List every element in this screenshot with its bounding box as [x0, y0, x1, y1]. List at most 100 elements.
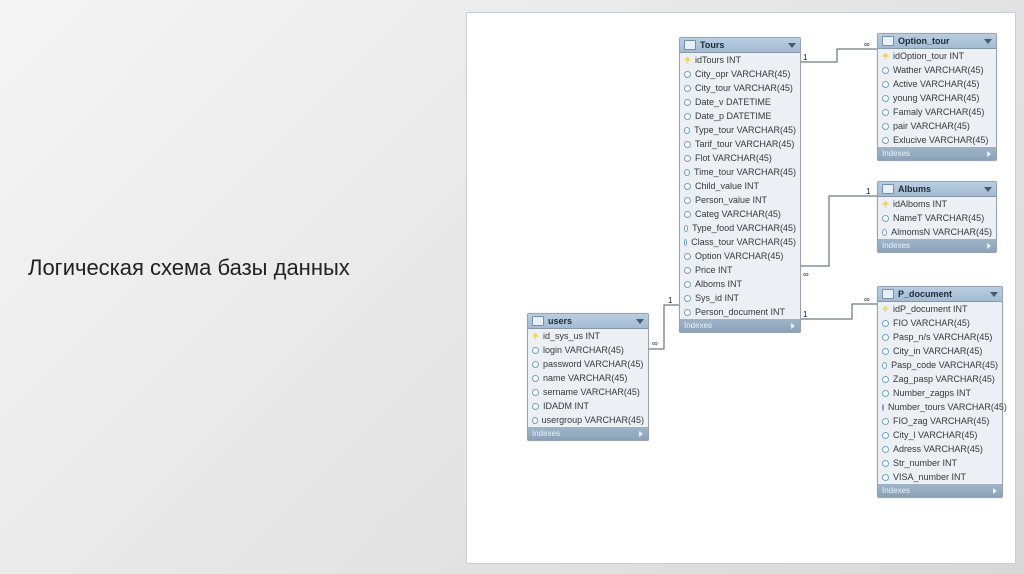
- column-row[interactable]: login VARCHAR(45): [528, 343, 648, 357]
- chevron-down-icon: [984, 187, 992, 192]
- indexes-footer[interactable]: Indexes: [878, 147, 996, 160]
- table-option-tour[interactable]: Option_tour idOption_tour INTWather VARC…: [877, 33, 997, 161]
- column-row[interactable]: idOption_tour INT: [878, 49, 996, 63]
- column-row[interactable]: NameT VARCHAR(45): [878, 211, 996, 225]
- table-p-document[interactable]: P_document idP_document INTFIO VARCHAR(4…: [877, 286, 1003, 498]
- indexes-footer[interactable]: Indexes: [878, 484, 1002, 497]
- table-header[interactable]: P_document: [878, 287, 1002, 302]
- table-header[interactable]: users: [528, 314, 648, 329]
- column-row[interactable]: Number_zagps INT: [878, 386, 1002, 400]
- key-icon: [684, 57, 691, 64]
- column-row[interactable]: Time_tour VARCHAR(45): [680, 165, 800, 179]
- chevron-right-icon: [639, 431, 643, 437]
- column-label: Date_p DATETIME: [695, 110, 771, 122]
- column-row[interactable]: Pasp_code VARCHAR(45): [878, 358, 1002, 372]
- column-row[interactable]: young VARCHAR(45): [878, 91, 996, 105]
- column-row[interactable]: Date_p DATETIME: [680, 109, 800, 123]
- column-row[interactable]: Person_document INT: [680, 305, 800, 319]
- column-row[interactable]: Categ VARCHAR(45): [680, 207, 800, 221]
- column-label: Adress VARCHAR(45): [893, 443, 983, 455]
- column-label: Class_tour VARCHAR(45): [691, 236, 796, 248]
- column-row[interactable]: AlmomsN VARCHAR(45): [878, 225, 996, 239]
- column-row[interactable]: Adress VARCHAR(45): [878, 442, 1002, 456]
- diamond-icon: [882, 348, 889, 355]
- column-row[interactable]: Tarif_tour VARCHAR(45): [680, 137, 800, 151]
- column-row[interactable]: City_in VARCHAR(45): [878, 344, 1002, 358]
- column-row[interactable]: Exlucive VARCHAR(45): [878, 133, 996, 147]
- column-row[interactable]: Date_v DATETIME: [680, 95, 800, 109]
- diamond-icon: [882, 123, 889, 130]
- diamond-icon: [532, 417, 538, 424]
- column-row[interactable]: Child_value INT: [680, 179, 800, 193]
- column-row[interactable]: Sys_id INT: [680, 291, 800, 305]
- column-row[interactable]: Number_tours VARCHAR(45): [878, 400, 1002, 414]
- column-row[interactable]: Option VARCHAR(45): [680, 249, 800, 263]
- column-row[interactable]: Wather VARCHAR(45): [878, 63, 996, 77]
- diamond-icon: [684, 183, 691, 190]
- diamond-icon: [882, 334, 889, 341]
- stage: Логическая схема базы данных ∞ 1 1 ∞ ∞ 1…: [0, 0, 1024, 574]
- table-header[interactable]: Albums: [878, 182, 996, 197]
- diamond-icon: [882, 432, 889, 439]
- column-row[interactable]: Active VARCHAR(45): [878, 77, 996, 91]
- card-one: 1: [803, 53, 808, 62]
- column-row[interactable]: FIO_zag VARCHAR(45): [878, 414, 1002, 428]
- diamond-icon: [532, 347, 539, 354]
- column-row[interactable]: idP_document INT: [878, 302, 1002, 316]
- table-header[interactable]: Tours: [680, 38, 800, 53]
- column-row[interactable]: pair VARCHAR(45): [878, 119, 996, 133]
- column-row[interactable]: City_tour VARCHAR(45): [680, 81, 800, 95]
- column-row[interactable]: password VARCHAR(45): [528, 357, 648, 371]
- chevron-down-icon: [636, 319, 644, 324]
- indexes-footer[interactable]: Indexes: [878, 239, 996, 252]
- indexes-footer[interactable]: Indexes: [680, 319, 800, 332]
- column-row[interactable]: Pasp_n/s VARCHAR(45): [878, 330, 1002, 344]
- column-label: idOption_tour INT: [893, 50, 964, 62]
- column-row[interactable]: name VARCHAR(45): [528, 371, 648, 385]
- column-row[interactable]: City_l VARCHAR(45): [878, 428, 1002, 442]
- column-label: City_opr VARCHAR(45): [695, 68, 790, 80]
- table-columns: idOption_tour INTWather VARCHAR(45)Activ…: [878, 49, 996, 147]
- column-label: Str_number INT: [893, 457, 957, 469]
- chevron-down-icon: [984, 39, 992, 44]
- column-label: Tarif_tour VARCHAR(45): [695, 138, 794, 150]
- column-label: City_tour VARCHAR(45): [695, 82, 793, 94]
- column-row[interactable]: sername VARCHAR(45): [528, 385, 648, 399]
- diamond-icon: [684, 169, 690, 176]
- column-row[interactable]: Flot VARCHAR(45): [680, 151, 800, 165]
- diamond-icon: [684, 267, 691, 274]
- column-row[interactable]: usergroup VARCHAR(45): [528, 413, 648, 427]
- table-icon: [684, 40, 696, 50]
- column-row[interactable]: Type_tour VARCHAR(45): [680, 123, 800, 137]
- column-label: Active VARCHAR(45): [893, 78, 979, 90]
- diamond-icon: [882, 215, 889, 222]
- table-tours[interactable]: Tours idTours INTCity_opr VARCHAR(45) Cit…: [679, 37, 801, 333]
- column-label: Sys_id INT: [695, 292, 739, 304]
- column-row[interactable]: Str_number INT: [878, 456, 1002, 470]
- column-row[interactable]: Type_food VARCHAR(45): [680, 221, 800, 235]
- column-row[interactable]: idTours INT: [680, 53, 800, 67]
- column-label: login VARCHAR(45): [543, 344, 624, 356]
- column-row[interactable]: Class_tour VARCHAR(45): [680, 235, 800, 249]
- column-row[interactable]: VISA_number INT: [878, 470, 1002, 484]
- column-row[interactable]: Alboms INT: [680, 277, 800, 291]
- diamond-icon: [532, 375, 539, 382]
- table-users[interactable]: users id_sys_us INTlogin VARCHAR(45)pass…: [527, 313, 649, 441]
- table-header[interactable]: Option_tour: [878, 34, 996, 49]
- column-row[interactable]: idAlboms INT: [878, 197, 996, 211]
- table-albums[interactable]: Albums idAlboms INTNameT VARCHAR(45)Almo…: [877, 181, 997, 253]
- column-label: City_in VARCHAR(45): [893, 345, 982, 357]
- column-row[interactable]: Person_value INT: [680, 193, 800, 207]
- column-row[interactable]: FIO VARCHAR(45): [878, 316, 1002, 330]
- indexes-footer[interactable]: Indexes: [528, 427, 648, 440]
- column-row[interactable]: id_sys_us INT: [528, 329, 648, 343]
- column-row[interactable]: Famaly VARCHAR(45): [878, 105, 996, 119]
- column-label: Flot VARCHAR(45): [695, 152, 772, 164]
- column-label: Price INT: [695, 264, 733, 276]
- column-row[interactable]: Price INT: [680, 263, 800, 277]
- column-row[interactable]: City_opr VARCHAR(45): [680, 67, 800, 81]
- diamond-icon: [684, 127, 690, 134]
- column-row[interactable]: IDADM INT: [528, 399, 648, 413]
- column-row[interactable]: Zag_pasp VARCHAR(45): [878, 372, 1002, 386]
- diamond-icon: [684, 295, 691, 302]
